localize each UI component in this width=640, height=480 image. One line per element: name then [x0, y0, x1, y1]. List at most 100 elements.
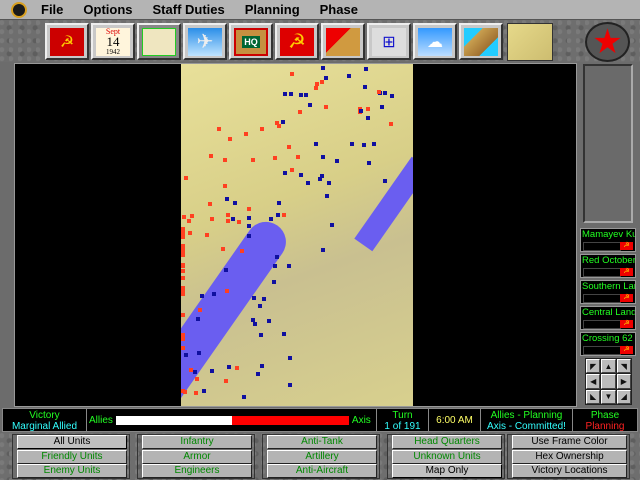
axis-unit-marker[interactable] — [224, 196, 229, 201]
axis-unit-marker[interactable] — [211, 292, 216, 297]
axis-unit-marker[interactable] — [320, 66, 325, 71]
use-frame-color-button[interactable]: Use Frame Color — [512, 435, 627, 449]
allied-unit-marker[interactable] — [295, 154, 300, 159]
allied-unit-marker[interactable] — [205, 233, 210, 238]
axis-unit-marker[interactable] — [258, 332, 263, 337]
axis-unit-marker[interactable] — [358, 108, 363, 113]
axis-unit-marker[interactable] — [329, 222, 334, 227]
allied-unit-marker[interactable] — [389, 121, 394, 126]
axis-unit-marker[interactable] — [283, 171, 288, 176]
victory-location-4[interactable]: Crossing 62 ☭ — [580, 332, 636, 356]
weather-button[interactable]: ☁ — [413, 23, 457, 60]
allied-unit-marker[interactable] — [181, 252, 185, 257]
axis-unit-marker[interactable] — [334, 159, 339, 164]
allied-unit-marker[interactable] — [184, 176, 189, 181]
allied-unit-marker[interactable] — [228, 137, 233, 142]
hq-button[interactable]: HQ — [229, 23, 273, 60]
allied-unit-marker[interactable] — [181, 263, 185, 268]
all-units-button[interactable]: All Units — [17, 435, 127, 449]
axis-unit-marker[interactable] — [313, 142, 318, 147]
allied-unit-marker[interactable] — [320, 80, 325, 85]
allied-unit-marker[interactable] — [275, 121, 280, 126]
axis-unit-marker[interactable] — [210, 368, 215, 373]
axis-unit-marker[interactable] — [272, 263, 277, 268]
enemy-units-button[interactable]: Enemy Units — [17, 464, 127, 478]
axis-unit-marker[interactable] — [298, 173, 303, 178]
axis-unit-marker[interactable] — [224, 267, 229, 272]
allied-unit-marker[interactable] — [181, 269, 185, 273]
axis-unit-marker[interactable] — [281, 331, 286, 336]
allied-unit-marker[interactable] — [324, 105, 329, 110]
allied-unit-marker[interactable] — [259, 126, 264, 131]
axis-unit-marker[interactable] — [372, 142, 377, 147]
allied-unit-marker[interactable] — [224, 379, 229, 384]
head-quarters-button[interactable]: Head Quarters — [392, 435, 502, 449]
allied-unit-marker[interactable] — [225, 288, 230, 293]
hammer-sickle-button[interactable]: ☭ — [275, 23, 319, 60]
allied-unit-marker[interactable] — [197, 307, 202, 312]
axis-unit-marker[interactable] — [230, 217, 235, 222]
axis-unit-marker[interactable] — [252, 295, 257, 300]
allied-unit-marker[interactable] — [315, 81, 320, 86]
allied-unit-marker[interactable] — [181, 246, 185, 251]
allied-unit-marker[interactable] — [195, 376, 200, 381]
victory-location-2[interactable]: Southern Landing ☭ — [580, 280, 636, 304]
allied-unit-marker[interactable] — [234, 365, 239, 370]
axis-unit-marker[interactable] — [246, 215, 251, 220]
allied-unit-marker[interactable] — [239, 249, 244, 254]
axis-unit-marker[interactable] — [306, 181, 311, 186]
axis-unit-marker[interactable] — [283, 91, 288, 96]
app-logo-icon[interactable] — [11, 1, 27, 18]
anti-tank-button[interactable]: Anti-Tank — [267, 435, 377, 449]
axis-unit-marker[interactable] — [383, 178, 388, 183]
minimap[interactable] — [507, 23, 553, 61]
axis-unit-marker[interactable] — [226, 365, 231, 370]
menu-phase[interactable]: Phase — [320, 2, 358, 17]
axis-unit-marker[interactable] — [272, 279, 277, 284]
axis-unit-marker[interactable] — [320, 155, 325, 160]
axis-unit-marker[interactable] — [326, 181, 331, 186]
scroll-sw-button[interactable]: ◣ — [586, 389, 601, 404]
allied-unit-marker[interactable] — [207, 201, 212, 206]
scroll-nw-button[interactable]: ◤ — [586, 359, 601, 374]
allied-unit-marker[interactable] — [313, 85, 318, 90]
air-button[interactable]: ✈ — [183, 23, 227, 60]
artillery-button[interactable]: Artillery — [267, 449, 377, 464]
axis-unit-marker[interactable] — [350, 142, 355, 147]
axis-unit-marker[interactable] — [288, 92, 293, 97]
axis-unit-marker[interactable] — [347, 74, 352, 79]
map-only-button[interactable]: Map Only — [392, 464, 502, 478]
axis-unit-marker[interactable] — [287, 355, 292, 360]
allied-unit-marker[interactable] — [181, 288, 185, 292]
axis-unit-marker[interactable] — [317, 177, 322, 182]
victory-location-1[interactable]: Red October ☭ — [580, 254, 636, 278]
hex-ownership-button[interactable]: Hex Ownership — [512, 449, 627, 464]
allied-unit-marker[interactable] — [281, 213, 286, 218]
scroll-ne-button[interactable]: ◥ — [616, 359, 631, 374]
allied-unit-marker[interactable] — [194, 390, 199, 395]
axis-unit-marker[interactable] — [242, 394, 247, 399]
axis-unit-marker[interactable] — [277, 200, 282, 205]
axis-unit-marker[interactable] — [232, 201, 237, 206]
unknown-units-button[interactable]: Unknown Units — [392, 449, 502, 464]
axis-unit-marker[interactable] — [260, 364, 265, 369]
axis-unit-marker[interactable] — [323, 75, 328, 80]
soviet-flag-button[interactable]: ☭ — [45, 23, 89, 60]
allied-unit-marker[interactable] — [244, 132, 249, 137]
axis-unit-marker[interactable] — [304, 93, 309, 98]
allied-unit-marker[interactable] — [226, 213, 231, 218]
allied-unit-marker[interactable] — [181, 228, 185, 233]
allied-unit-marker[interactable] — [188, 230, 193, 235]
axis-unit-marker[interactable] — [275, 213, 280, 217]
allied-unit-marker[interactable] — [209, 153, 214, 158]
axis-unit-marker[interactable] — [287, 264, 292, 269]
infantry-button[interactable]: Infantry — [142, 435, 252, 449]
allied-unit-marker[interactable] — [223, 183, 227, 188]
axis-unit-marker[interactable] — [252, 322, 257, 327]
red-star-icon[interactable]: ★ — [585, 22, 630, 62]
allied-unit-marker[interactable] — [220, 246, 225, 251]
allied-unit-marker[interactable] — [181, 276, 185, 281]
tactical-map-button[interactable] — [137, 23, 181, 60]
allied-unit-marker[interactable] — [237, 219, 242, 224]
axis-unit-marker[interactable] — [251, 318, 256, 323]
